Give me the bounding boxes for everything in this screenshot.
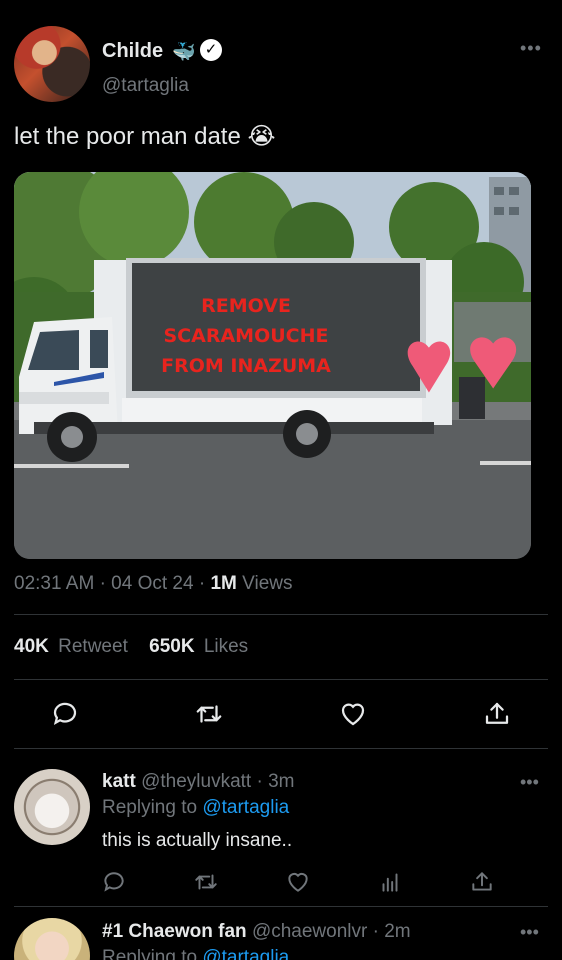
tweet-stats-row: 40K Retweet 650K Likes xyxy=(14,636,252,658)
divider xyxy=(14,906,548,907)
reply-time[interactable]: 3m xyxy=(268,771,294,792)
replying-to-link[interactable]: @tartaglia xyxy=(202,797,289,818)
verified-badge-icon: ✓ xyxy=(200,39,222,61)
replying-to-link[interactable]: @tartaglia xyxy=(202,947,289,960)
divider xyxy=(14,679,548,680)
reply-header: #1 Chaewon fan @chaewonlvr · 2m xyxy=(102,921,411,943)
replying-to-prefix: Replying to xyxy=(102,947,198,960)
replying-to-prefix: Replying to xyxy=(102,797,198,818)
share-icon[interactable] xyxy=(482,699,512,729)
reply-text: this is actually insane.. xyxy=(102,830,293,851)
like-icon[interactable] xyxy=(285,869,311,895)
replying-to-line: Replying to @tartaglia xyxy=(102,797,289,819)
retweet-icon[interactable] xyxy=(194,699,224,729)
likes-count[interactable]: 650K xyxy=(149,636,194,657)
separator-dot: · xyxy=(198,573,206,594)
reply-handle[interactable]: @chaewonlvr xyxy=(252,921,367,942)
reply-header: katt @theyluvkatt · 3m xyxy=(102,771,295,793)
reply-avatar[interactable] xyxy=(14,918,90,960)
reply-time[interactable]: 2m xyxy=(384,921,410,942)
retweets-label[interactable]: Retweet xyxy=(58,636,128,657)
reply-display-name[interactable]: #1 Chaewon fan xyxy=(102,921,247,942)
like-icon[interactable] xyxy=(338,699,368,729)
sign-line-3: FROM INAZUMA xyxy=(161,355,331,377)
retweet-icon[interactable] xyxy=(193,869,219,895)
author-handle[interactable]: @tartaglia xyxy=(102,75,189,97)
sign-line-2: SCARAMOUCHE xyxy=(164,325,329,347)
tweet-timestamp-row: 02:31 AM · 04 Oct 24 · 1M Views xyxy=(14,573,292,595)
replying-to-line: Replying to @tartaglia xyxy=(102,947,289,960)
separator-dot: · xyxy=(99,573,106,594)
tweet-time[interactable]: 02:31 AM xyxy=(14,573,94,594)
author-avatar[interactable] xyxy=(14,26,90,102)
divider xyxy=(14,748,548,749)
more-options-icon[interactable]: ••• xyxy=(520,38,542,59)
tweet-media-image[interactable]: REMOVE SCARAMOUCHE FROM INAZUMA xyxy=(14,172,531,559)
retweets-count[interactable]: 40K xyxy=(14,636,49,657)
divider xyxy=(14,614,548,615)
tweet-date[interactable]: 04 Oct 24 xyxy=(111,573,193,594)
separator-dot: · xyxy=(256,771,263,792)
likes-label[interactable]: Likes xyxy=(204,636,248,657)
whale-emoji-icon: 🐳 xyxy=(172,42,196,63)
analytics-icon[interactable] xyxy=(377,869,403,895)
reply-icon[interactable] xyxy=(101,869,127,895)
views-label: Views xyxy=(242,573,293,594)
author-display-name[interactable]: Childe xyxy=(102,40,163,63)
reply-avatar[interactable] xyxy=(14,769,90,845)
more-options-icon[interactable]: ••• xyxy=(520,772,539,793)
more-options-icon[interactable]: ••• xyxy=(520,922,539,943)
views-count: 1M xyxy=(210,573,237,594)
separator-dot: · xyxy=(372,921,379,942)
tweet-text: let the poor man date 😭 xyxy=(14,123,276,150)
share-icon[interactable] xyxy=(469,869,495,895)
sign-line-1: REMOVE xyxy=(201,295,291,317)
reply-handle[interactable]: @theyluvkatt xyxy=(141,771,251,792)
reply-display-name[interactable]: katt xyxy=(102,771,136,792)
reply-icon[interactable] xyxy=(50,699,80,729)
